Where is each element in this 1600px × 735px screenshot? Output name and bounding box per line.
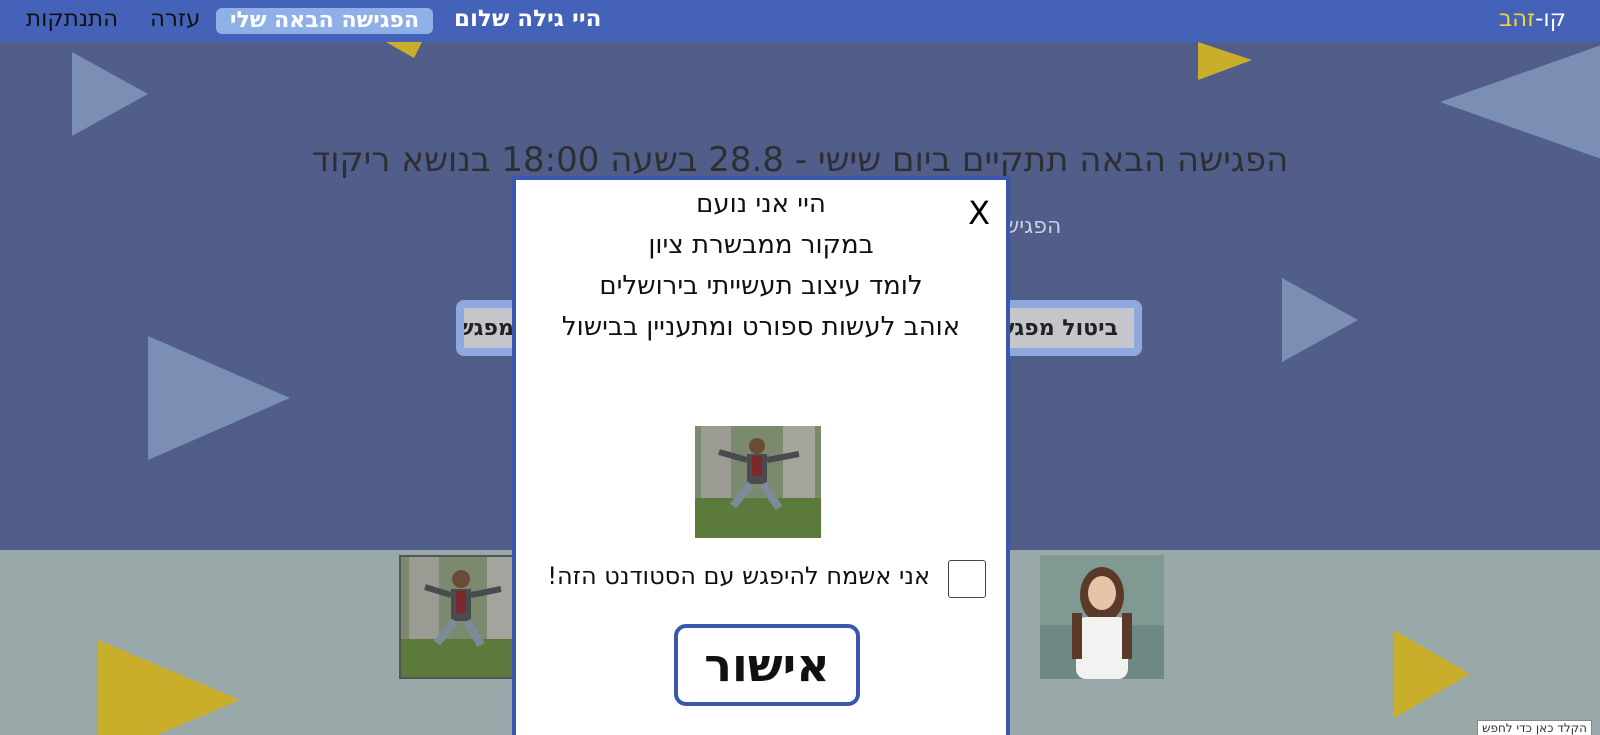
decor-triangle [386,42,422,58]
meet-consent-label: אני אשמח להיפגש עם הסטודנט הזה! [547,562,930,590]
meet-consent-row: אני אשמח להיפגש עם הסטודנט הזה! [536,560,986,600]
decor-triangle [1282,278,1358,362]
student-photo-noam[interactable] [399,555,523,679]
student-profile-modal: X היי אני נועם במקור ממבשרת ציון לומד עי… [512,176,1010,735]
student-bio: היי אני נועם במקור ממבשרת ציון לומד עיצו… [516,184,1006,348]
brand-gold: זהב [1498,6,1536,32]
nav-next-meeting-link[interactable]: הפגישה הבאה שלי [216,8,434,34]
decor-triangle [98,640,240,735]
jumping-person-photo [695,426,821,538]
nav-help-link[interactable]: עזרה [150,6,200,32]
decor-triangle [72,52,148,136]
decor-triangle [1198,42,1252,80]
student-photo-female[interactable] [1040,555,1164,679]
bio-line: היי אני נועם [696,189,826,219]
brand-prefix: קו- [1535,6,1566,32]
top-navbar: התנתקות עזרה הפגישה הבאה שלי היי גילה של… [0,0,1600,42]
confirm-button[interactable]: אישור [674,624,860,706]
bio-line: לומד עיצוב תעשייתי בירושלים [599,271,923,301]
smiling-student-photo [1040,555,1164,679]
decor-triangle [148,336,290,460]
decor-triangle [1394,630,1470,718]
nav-logout-link[interactable]: התנתקות [26,6,118,32]
student-photo [695,426,821,538]
bio-line: במקור ממבשרת ציון [648,230,874,260]
brand-logo[interactable]: קו-זהב [1499,6,1566,32]
bio-line: אוהב לעשות ספורט ומתעניין בבישול [561,312,961,342]
jumping-person-photo [401,557,521,677]
search-hint-tooltip: הקלד כאן כדי לחפש [1476,720,1592,735]
greeting-text: היי גילה שלום [454,6,602,32]
meet-consent-checkbox[interactable] [948,560,986,598]
next-meeting-headline: הפגישה הבאה תתקיים ביום שישי - 28.8 בשעה… [311,140,1289,180]
